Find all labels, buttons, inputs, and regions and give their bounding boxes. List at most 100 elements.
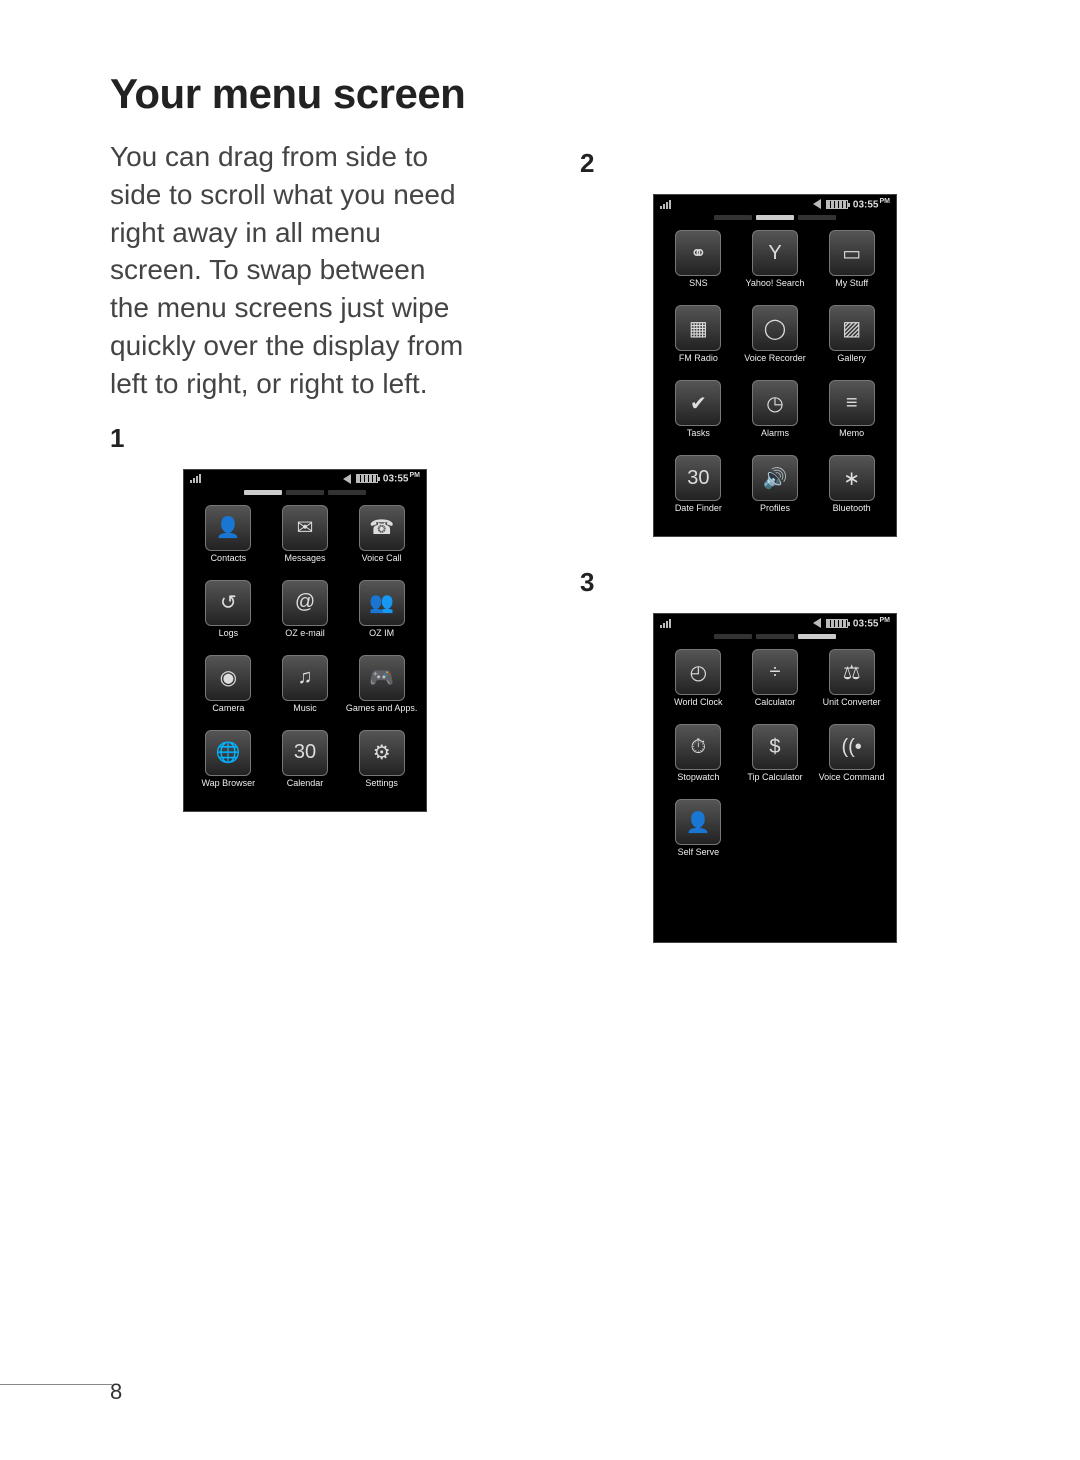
app-bluetooth[interactable]: ∗Bluetooth (815, 455, 888, 522)
app-label: My Stuff (815, 279, 888, 297)
app-icon: ✔ (675, 380, 721, 426)
phone-screen-1: 03:55PM 👤 Contacts ✉ Messages ☎ Voice Call ↺Log… (110, 469, 500, 812)
app-label: Gallery (815, 354, 888, 372)
app-icon: ▭ (829, 230, 875, 276)
app-memo[interactable]: ≡Memo (815, 380, 888, 447)
app-label: Music (269, 704, 342, 722)
app-voice-call[interactable]: ☎ Voice Call (345, 505, 418, 572)
app-icon: ♫ (282, 655, 328, 701)
screen-number-1: 1 (110, 423, 500, 454)
app-voice-command[interactable]: ((•Voice Command (815, 724, 888, 791)
app-gallery[interactable]: ▨ Gallery (815, 305, 888, 372)
screen-number-3: 3 (580, 567, 970, 598)
app-icon: ☎ (359, 505, 405, 551)
app-label: Contacts (192, 554, 265, 572)
app-label: Voice Recorder (739, 354, 812, 372)
app-voice-recorder[interactable]: ◯Voice Recorder (739, 305, 812, 372)
app-world-clock[interactable]: ◴ World Clock (662, 649, 735, 716)
battery-icon (826, 619, 848, 628)
app-contacts[interactable]: 👤 Contacts (192, 505, 265, 572)
page-indicator (184, 490, 426, 495)
sound-icon (343, 474, 351, 484)
status-time: 03:55PM (383, 472, 420, 484)
app-label: Tasks (662, 429, 735, 447)
app-label: Messages (269, 554, 342, 572)
app-alarms[interactable]: ◷Alarms (739, 380, 812, 447)
app-label: Alarms (739, 429, 812, 447)
page-indicator (654, 634, 896, 639)
app-label: Logs (192, 629, 265, 647)
app-icon: ⚙ (359, 730, 405, 776)
battery-icon (826, 200, 848, 209)
signal-icon (660, 200, 671, 209)
app-label: World Clock (662, 698, 735, 716)
app-icon: ✉ (282, 505, 328, 551)
app-icon: 30 (675, 455, 721, 501)
app-icon: ⚭ (675, 230, 721, 276)
app-icon: 🎮 (359, 655, 405, 701)
app-label: Tip Calculator (739, 773, 812, 791)
status-bar: 03:55PM (654, 195, 896, 213)
app-camera[interactable]: ◉Camera (192, 655, 265, 722)
app-label: Wap Browser (192, 779, 265, 797)
app-calendar[interactable]: 30 Calendar (269, 730, 342, 797)
app-logs[interactable]: ↺Logs (192, 580, 265, 647)
app-tasks[interactable]: ✔ Tasks (662, 380, 735, 447)
app-icon: ▨ (829, 305, 875, 351)
app-icon: Y (752, 230, 798, 276)
sound-icon (813, 618, 821, 628)
app-icon: 👤 (675, 799, 721, 845)
app-label: Games and Apps. (345, 704, 418, 722)
app-label: Voice Call (345, 554, 418, 572)
app-label: OZ IM (345, 629, 418, 647)
app-messages[interactable]: ✉ Messages (269, 505, 342, 572)
app-fm-radio[interactable]: ▦FM Radio (662, 305, 735, 372)
app-icon: $ (752, 724, 798, 770)
app-date-finder[interactable]: 30 Date Finder (662, 455, 735, 522)
app-label: OZ e-mail (269, 629, 342, 647)
app-icon: ((• (829, 724, 875, 770)
app-icon: ÷ (752, 649, 798, 695)
app-label: SNS (662, 279, 735, 297)
footer-rule (0, 1384, 112, 1385)
phone-screen-3: 03:55PM ◴ World Clock÷Calculator⚖Unit Conv… (580, 613, 970, 943)
app-icon: 🔊 (752, 455, 798, 501)
app-my-stuff[interactable]: ▭ My Stuff (815, 230, 888, 297)
app-label: Stopwatch (662, 773, 735, 791)
app-yahoo-search[interactable]: Y Yahoo! Search (739, 230, 812, 297)
app-grid: ◴ World Clock÷Calculator⚖Unit Converter ⏱S… (654, 645, 896, 880)
app-icon: ▦ (675, 305, 721, 351)
app-icon: @ (282, 580, 328, 626)
app-oz-e-mail[interactable]: @ OZ e-mail (269, 580, 342, 647)
app-icon: ◴ (675, 649, 721, 695)
app-oz-im[interactable]: 👥OZ IM (345, 580, 418, 647)
page-number: 8 (110, 1379, 122, 1405)
signal-icon (660, 619, 671, 628)
app-profiles[interactable]: 🔊 Profiles (739, 455, 812, 522)
app-tip-calculator[interactable]: $ Tip Calculator (739, 724, 812, 791)
app-icon: 30 (282, 730, 328, 776)
app-sns[interactable]: ⚭ SNS (662, 230, 735, 297)
app-unit-converter[interactable]: ⚖Unit Converter (815, 649, 888, 716)
sound-icon (813, 199, 821, 209)
app-settings[interactable]: ⚙Settings (345, 730, 418, 797)
status-bar: 03:55PM (654, 614, 896, 632)
app-label: Calendar (269, 779, 342, 797)
app-grid: ⚭ SNS Y Yahoo! Search ▭ My Stuff ▦FM Radio◯Voi… (654, 226, 896, 536)
app-music[interactable]: ♫ Music (269, 655, 342, 722)
app-icon: 👤 (205, 505, 251, 551)
app-games-and-apps-[interactable]: 🎮 Games and Apps. (345, 655, 418, 722)
status-time: 03:55PM (853, 617, 890, 629)
app-label: Yahoo! Search (739, 279, 812, 297)
app-icon: 🌐 (205, 730, 251, 776)
app-label: Date Finder (662, 504, 735, 522)
app-stopwatch[interactable]: ⏱Stopwatch (662, 724, 735, 791)
battery-icon (356, 474, 378, 483)
app-icon: ≡ (829, 380, 875, 426)
app-wap-browser[interactable]: 🌐 Wap Browser (192, 730, 265, 797)
screen-number-2: 2 (580, 148, 970, 179)
app-self-serve[interactable]: 👤Self Serve (662, 799, 735, 866)
app-label: Profiles (739, 504, 812, 522)
app-calculator[interactable]: ÷Calculator (739, 649, 812, 716)
app-icon: ⚖ (829, 649, 875, 695)
